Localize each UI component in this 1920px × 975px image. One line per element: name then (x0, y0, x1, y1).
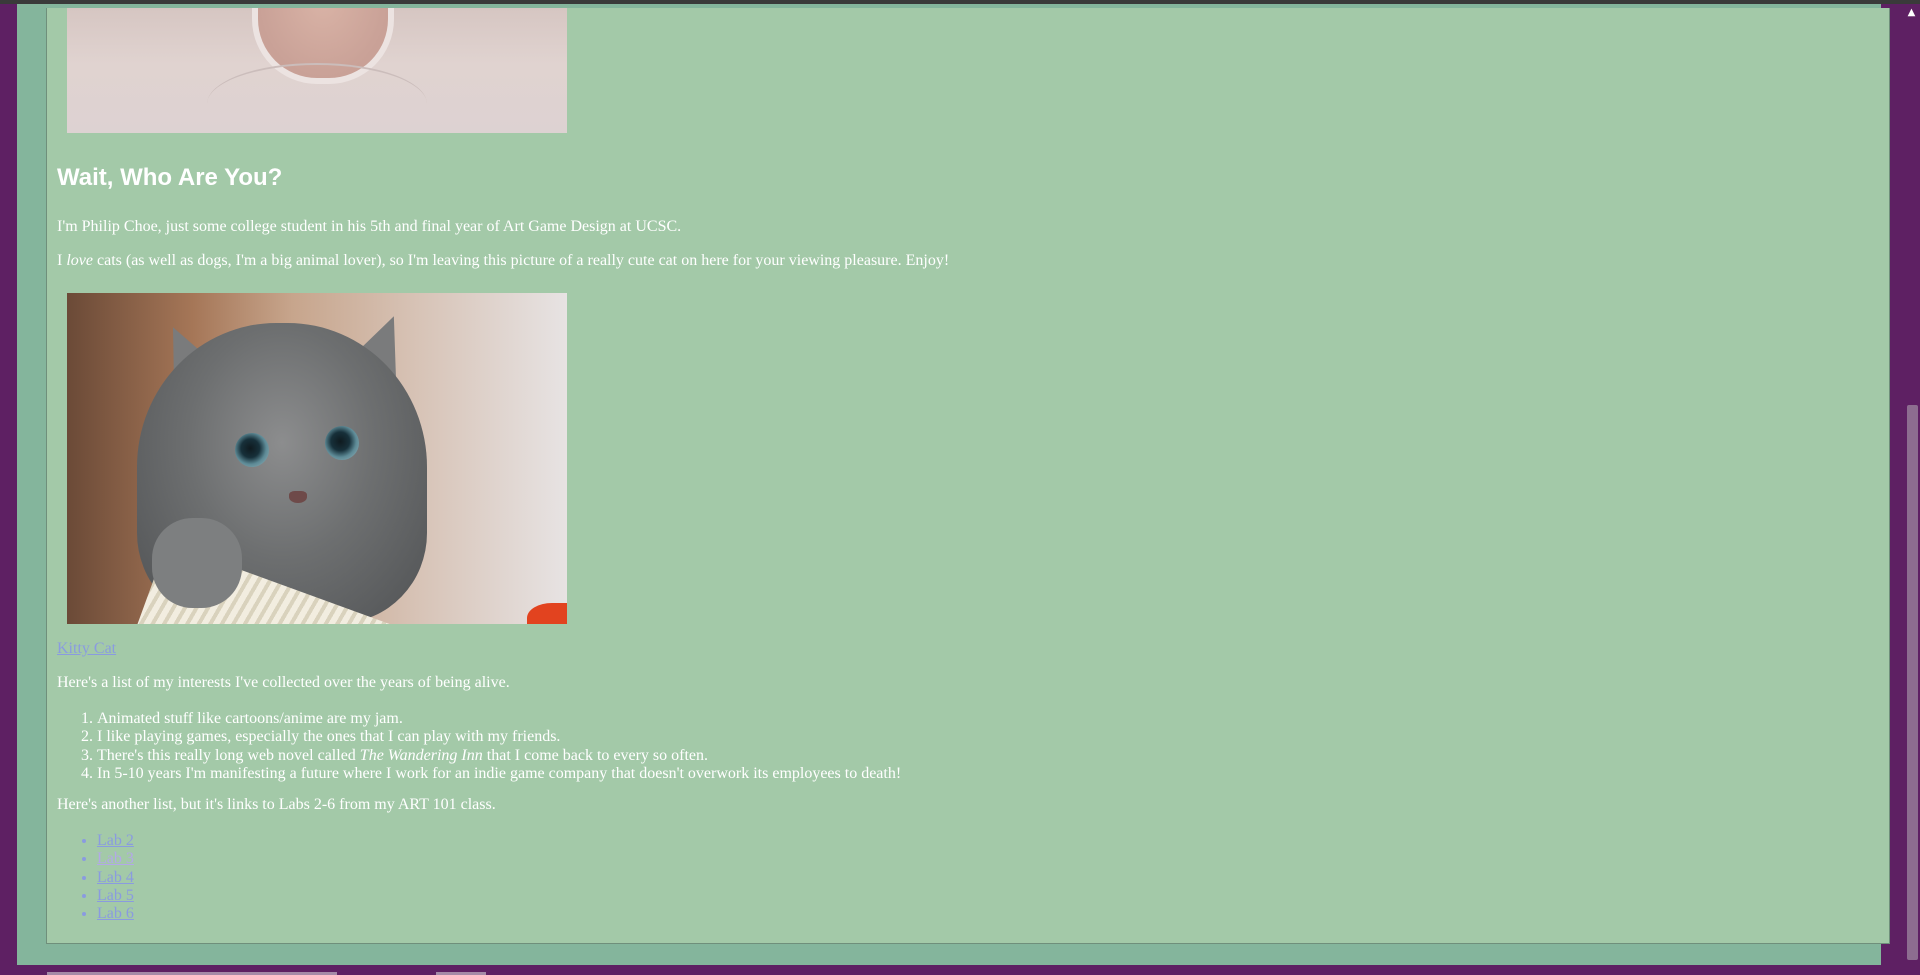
scroll-up-arrow-icon[interactable]: ▲ (1903, 4, 1920, 21)
cats-emphasis: love (66, 252, 93, 269)
kitty-cat-link[interactable]: Kitty Cat (57, 640, 116, 658)
scrollbar-thumb[interactable] (1907, 405, 1918, 960)
kitten-red-accent (527, 603, 567, 624)
profile-photo (67, 8, 567, 133)
kitten-eye-right (325, 426, 359, 460)
kitten-photo (67, 293, 567, 624)
list-item: There's this really long web novel calle… (97, 747, 901, 765)
list-item: Lab 4 (97, 869, 134, 887)
list-item-text-pre: There's this really long web novel calle… (97, 746, 360, 764)
cats-text-post: cats (as well as dogs, I'm a big animal … (92, 252, 950, 269)
page-frame: Wait, Who Are You? I'm Philip Choe, just… (17, 4, 1890, 965)
list-item: Animated stuff like cartoons/anime are m… (97, 710, 901, 728)
about-heading: Wait, Who Are You? (57, 164, 283, 191)
cats-text-pre: I (57, 252, 67, 269)
list-item: I like playing games, especially the one… (97, 728, 901, 746)
content-panel: Wait, Who Are You? I'm Philip Choe, just… (46, 8, 1890, 944)
list-item: Lab 2 (97, 832, 134, 850)
list-item: In 5-10 years I'm manifesting a future w… (97, 765, 901, 783)
kitten-paw (152, 518, 242, 608)
list-item-text-post: that I come back to every so often. (486, 746, 709, 764)
kitten-nose (289, 491, 307, 503)
novel-title: The Wandering Inn (359, 746, 483, 764)
lab-6-link[interactable]: Lab 6 (97, 905, 134, 922)
labs-intro: Here's another list, but it's links to L… (57, 796, 496, 813)
lab-3-link[interactable]: Lab 3 (97, 850, 134, 867)
lab-4-link[interactable]: Lab 4 (97, 869, 134, 886)
list-item: Lab 3 (97, 850, 134, 868)
lab-2-link[interactable]: Lab 2 (97, 832, 134, 849)
lab-5-link[interactable]: Lab 5 (97, 887, 134, 904)
interests-intro: Here's a list of my interests I've colle… (57, 674, 510, 691)
interests-list: Animated stuff like cartoons/anime are m… (57, 710, 901, 783)
intro-paragraph: I'm Philip Choe, just some college stude… (57, 218, 682, 235)
kitten-eye-left (235, 433, 269, 467)
cats-paragraph: I love cats (as well as dogs, I'm a big … (57, 252, 949, 270)
photo-collar (207, 63, 427, 133)
list-item: Lab 5 (97, 887, 134, 905)
list-item: Lab 6 (97, 905, 134, 923)
labs-list: Lab 2 Lab 3 Lab 4 Lab 5 Lab 6 (57, 832, 134, 923)
